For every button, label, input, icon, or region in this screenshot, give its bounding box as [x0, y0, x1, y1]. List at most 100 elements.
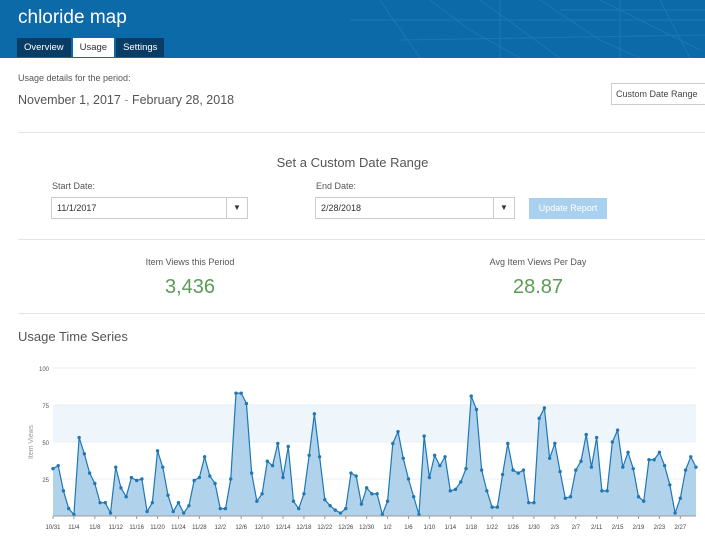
update-report-button[interactable]: Update Report [529, 198, 607, 219]
data-point [98, 500, 102, 505]
avg-views-label: Avg Item Views Per Day [489, 257, 587, 267]
data-point [364, 486, 369, 490]
x-tick-label: 12/10 [255, 525, 271, 531]
data-point [563, 496, 568, 500]
x-tick-label: 12/14 [276, 525, 292, 531]
data-point [694, 465, 698, 469]
data-point [689, 455, 693, 459]
x-tick-label: 1/10 [424, 525, 436, 531]
data-point [181, 511, 186, 515]
data-point [192, 478, 196, 483]
usage-chart: 25 50 75 100 Item Views 10/31 11/4 11/8 11/12 11/… [28, 367, 698, 531]
data-point [297, 506, 301, 511]
x-tick-label: 1/30 [528, 525, 540, 531]
x-tick-label: 2/27 [674, 525, 686, 531]
data-point [161, 465, 165, 469]
data-point [553, 441, 557, 446]
data-point [626, 450, 630, 455]
data-point [406, 477, 411, 481]
data-point [323, 498, 327, 502]
data-point [495, 505, 500, 509]
data-point [391, 441, 395, 446]
x-tick-label: 12/2 [214, 525, 226, 531]
data-point [87, 471, 92, 475]
data-point [647, 458, 651, 462]
chart-band [53, 405, 696, 442]
x-tick-label: 12/18 [296, 525, 312, 531]
data-point [521, 468, 526, 472]
x-tick-label: 12/22 [317, 525, 333, 531]
data-point [432, 453, 437, 458]
data-point [82, 452, 87, 456]
tab-bar: Overview Usage Settings [17, 38, 166, 57]
y-tick-label: 100 [39, 367, 50, 373]
divider [18, 132, 705, 133]
data-point [66, 506, 71, 511]
x-tick-label: 1/6 [404, 525, 413, 531]
data-point [657, 450, 662, 455]
data-point [265, 459, 270, 463]
y-tick-label: 25 [42, 478, 49, 484]
data-point [448, 489, 452, 493]
x-tick-label: 12/30 [359, 525, 375, 531]
data-point [302, 492, 306, 496]
x-tick-label: 1/2 [383, 525, 392, 531]
data-point [547, 456, 552, 460]
data-point [370, 492, 374, 496]
data-point [281, 475, 285, 480]
data-point [631, 466, 635, 471]
data-point [673, 511, 677, 515]
data-point [255, 499, 259, 503]
x-tick-label: 12/26 [338, 525, 354, 531]
chevron-down-icon: ▼ [493, 198, 514, 218]
data-point [312, 412, 317, 416]
x-tick-label: 2/7 [572, 525, 581, 531]
data-point [166, 493, 170, 497]
avg-views-value: 28.87 [512, 276, 564, 298]
data-point [683, 468, 688, 472]
x-tick-label: 1/18 [465, 525, 477, 531]
x-tick-label: 1/14 [444, 525, 456, 531]
data-point [56, 463, 60, 468]
data-point [239, 391, 243, 395]
tab-overview[interactable]: Overview [17, 38, 71, 57]
data-point [354, 474, 358, 478]
data-point [155, 449, 160, 453]
x-tick-label: 2/3 [551, 525, 560, 531]
data-point [213, 481, 217, 486]
divider [18, 313, 705, 314]
data-point [479, 468, 484, 472]
tab-settings[interactable]: Settings [116, 38, 165, 57]
data-point [286, 444, 290, 449]
data-point [134, 478, 139, 483]
tab-usage[interactable]: Usage [72, 38, 115, 57]
data-point [485, 489, 489, 493]
period-start: November 1, 2017 [18, 93, 121, 107]
data-point [600, 489, 604, 493]
data-point [93, 481, 97, 486]
end-date-value: 2/28/2018 [321, 203, 362, 213]
x-tick-label: 1/26 [507, 525, 519, 531]
data-point [636, 495, 641, 499]
data-point [244, 401, 249, 406]
data-point [589, 465, 594, 469]
end-date-select[interactable]: 2/28/2018 ▼ [315, 197, 515, 219]
x-tick-label: 11/20 [150, 525, 165, 531]
data-point [187, 503, 191, 508]
data-point [385, 499, 390, 503]
data-point [574, 468, 578, 472]
y-axis-label: Item Views [28, 424, 35, 459]
data-point [176, 500, 181, 505]
x-tick-label: 1/22 [486, 525, 498, 531]
x-tick-label: 11/28 [192, 525, 207, 531]
data-point [615, 428, 620, 432]
data-point [469, 394, 473, 398]
data-point [223, 506, 228, 511]
app-title: chloride map [18, 7, 127, 28]
data-point [516, 471, 520, 475]
date-range-select[interactable]: Custom Date Range [611, 83, 705, 105]
start-date-select[interactable]: 11/1/2017 ▼ [51, 197, 248, 219]
data-point [427, 475, 432, 480]
x-tick-label: 11/16 [129, 525, 144, 531]
data-point [668, 483, 672, 487]
